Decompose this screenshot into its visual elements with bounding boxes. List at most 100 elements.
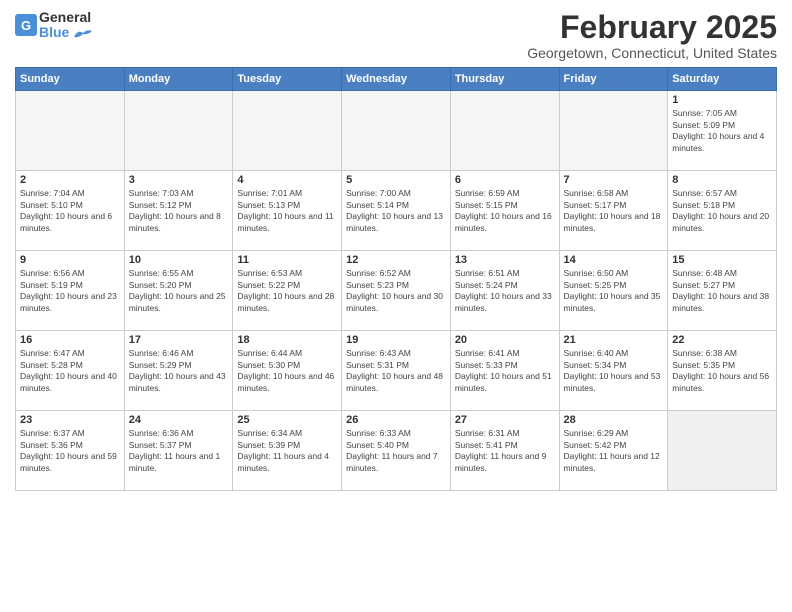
header-thursday: Thursday xyxy=(450,68,559,91)
header-sunday: Sunday xyxy=(16,68,125,91)
day-number: 19 xyxy=(346,334,446,346)
table-row: 8 Sunrise: 6:57 AM Sunset: 5:18 PM Daylig… xyxy=(668,171,777,251)
table-row: 5 Sunrise: 7:00 AM Sunset: 5:14 PM Daylig… xyxy=(342,171,451,251)
day-number: 10 xyxy=(129,254,229,266)
day-info: Sunrise: 6:41 AM Sunset: 5:33 PM Dayligh… xyxy=(455,348,555,394)
table-row: 20 Sunrise: 6:41 AM Sunset: 5:33 PM Dayli… xyxy=(450,331,559,411)
day-info: Sunrise: 6:31 AM Sunset: 5:41 PM Dayligh… xyxy=(455,428,555,474)
day-number: 5 xyxy=(346,174,446,186)
day-number: 28 xyxy=(564,414,664,426)
table-row: 15Sunrise: 6:48 AM Sunset: 5:27 PM Dayli… xyxy=(668,251,777,331)
day-info: Sunrise: 6:46 AM Sunset: 5:29 PM Dayligh… xyxy=(129,348,229,394)
day-number: 18 xyxy=(237,334,337,346)
month-title: February 2025 xyxy=(527,10,777,45)
logo-blue: Blue xyxy=(39,24,69,40)
table-row: 23 Sunrise: 6:37 AM Sunset: 5:36 PM Dayli… xyxy=(16,411,125,491)
day-number: 11 xyxy=(237,254,337,266)
header-tuesday: Tuesday xyxy=(233,68,342,91)
header: G General Blue February 2025 George xyxy=(15,10,777,61)
day-info: Sunrise: 6:43 AM Sunset: 5:31 PM Dayligh… xyxy=(346,348,446,394)
day-info: Sunrise: 6:37 AM Sunset: 5:36 PM Dayligh… xyxy=(20,428,120,474)
table-row: 1 Sunrise: 7:05 AM Sunset: 5:09 PM Daylig… xyxy=(668,91,777,171)
table-row: 21Sunrise: 6:40 AM Sunset: 5:34 PM Dayli… xyxy=(559,331,668,411)
day-info: Sunrise: 6:58 AM Sunset: 5:17 PM Dayligh… xyxy=(564,188,664,234)
table-row: 13 Sunrise: 6:51 AM Sunset: 5:24 PM Dayli… xyxy=(450,251,559,331)
table-row: 19 Sunrise: 6:43 AM Sunset: 5:31 PM Dayli… xyxy=(342,331,451,411)
header-monday: Monday xyxy=(124,68,233,91)
calendar-week-row: 16 Sunrise: 6:47 AM Sunset: 5:28 PM Dayli… xyxy=(16,331,777,411)
day-number: 24 xyxy=(129,414,229,426)
table-row: 9 Sunrise: 6:56 AM Sunset: 5:19 PM Daylig… xyxy=(16,251,125,331)
table-row xyxy=(124,91,233,171)
day-number: 20 xyxy=(455,334,555,346)
calendar-week-row: 1 Sunrise: 7:05 AM Sunset: 5:09 PM Daylig… xyxy=(16,91,777,171)
day-number: 8 xyxy=(672,174,772,186)
day-number: 13 xyxy=(455,254,555,266)
calendar-week-row: 9 Sunrise: 6:56 AM Sunset: 5:19 PM Daylig… xyxy=(16,251,777,331)
day-info: Sunrise: 6:57 AM Sunset: 5:18 PM Dayligh… xyxy=(672,188,772,234)
logo-general: General xyxy=(39,9,91,25)
calendar-header-row: Sunday Monday Tuesday Wednesday Thursday… xyxy=(16,68,777,91)
day-info: Sunrise: 6:38 AM Sunset: 5:35 PM Dayligh… xyxy=(672,348,772,394)
day-number: 17 xyxy=(129,334,229,346)
day-number: 2 xyxy=(20,174,120,186)
header-wednesday: Wednesday xyxy=(342,68,451,91)
table-row xyxy=(342,91,451,171)
day-number: 14 xyxy=(564,254,664,266)
day-info: Sunrise: 6:44 AM Sunset: 5:30 PM Dayligh… xyxy=(237,348,337,394)
day-number: 16 xyxy=(20,334,120,346)
day-number: 6 xyxy=(455,174,555,186)
header-saturday: Saturday xyxy=(668,68,777,91)
day-info: Sunrise: 6:52 AM Sunset: 5:23 PM Dayligh… xyxy=(346,268,446,314)
table-row xyxy=(16,91,125,171)
table-row: 6 Sunrise: 6:59 AM Sunset: 5:15 PM Daylig… xyxy=(450,171,559,251)
table-row: 16 Sunrise: 6:47 AM Sunset: 5:28 PM Dayli… xyxy=(16,331,125,411)
day-info: Sunrise: 7:05 AM Sunset: 5:09 PM Dayligh… xyxy=(672,108,772,154)
table-row: 28 Sunrise: 6:29 AM Sunset: 5:42 PM Dayli… xyxy=(559,411,668,491)
day-info: Sunrise: 6:59 AM Sunset: 5:15 PM Dayligh… xyxy=(455,188,555,234)
logo-container: G General Blue xyxy=(15,10,92,41)
table-row: 22 Sunrise: 6:38 AM Sunset: 5:35 PM Dayli… xyxy=(668,331,777,411)
table-row: 4 Sunrise: 7:01 AM Sunset: 5:13 PM Daylig… xyxy=(233,171,342,251)
day-info: Sunrise: 6:56 AM Sunset: 5:19 PM Dayligh… xyxy=(20,268,120,314)
table-row: 18 Sunrise: 6:44 AM Sunset: 5:30 PM Dayli… xyxy=(233,331,342,411)
table-row xyxy=(559,91,668,171)
table-row xyxy=(233,91,342,171)
day-info: Sunrise: 6:51 AM Sunset: 5:24 PM Dayligh… xyxy=(455,268,555,314)
table-row xyxy=(450,91,559,171)
day-info: Sunrise: 6:36 AM Sunset: 5:37 PM Dayligh… xyxy=(129,428,229,474)
day-info: Sunrise: 6:29 AM Sunset: 5:42 PM Dayligh… xyxy=(564,428,664,474)
day-number: 25 xyxy=(237,414,337,426)
day-number: 22 xyxy=(672,334,772,346)
calendar-week-row: 23 Sunrise: 6:37 AM Sunset: 5:36 PM Dayli… xyxy=(16,411,777,491)
table-row: 14Sunrise: 6:50 AM Sunset: 5:25 PM Dayli… xyxy=(559,251,668,331)
day-number: 12 xyxy=(346,254,446,266)
day-number: 26 xyxy=(346,414,446,426)
table-row: 26Sunrise: 6:33 AM Sunset: 5:40 PM Dayli… xyxy=(342,411,451,491)
day-number: 7 xyxy=(564,174,664,186)
table-row: 12 Sunrise: 6:52 AM Sunset: 5:23 PM Dayli… xyxy=(342,251,451,331)
day-info: Sunrise: 6:47 AM Sunset: 5:28 PM Dayligh… xyxy=(20,348,120,394)
day-info: Sunrise: 6:34 AM Sunset: 5:39 PM Dayligh… xyxy=(237,428,337,474)
day-number: 15 xyxy=(672,254,772,266)
table-row: 10 Sunrise: 6:55 AM Sunset: 5:20 PM Dayli… xyxy=(124,251,233,331)
table-row: 25 Sunrise: 6:34 AM Sunset: 5:39 PM Dayli… xyxy=(233,411,342,491)
day-number: 23 xyxy=(20,414,120,426)
table-row: 3Sunrise: 7:03 AM Sunset: 5:12 PM Daylig… xyxy=(124,171,233,251)
day-number: 1 xyxy=(672,94,772,106)
day-number: 27 xyxy=(455,414,555,426)
table-row: 24 Sunrise: 6:36 AM Sunset: 5:37 PM Dayli… xyxy=(124,411,233,491)
calendar-table: Sunday Monday Tuesday Wednesday Thursday… xyxy=(15,67,777,491)
logo: G General Blue xyxy=(15,10,92,41)
title-block: February 2025 Georgetown, Connecticut, U… xyxy=(527,10,777,61)
table-row: 17 Sunrise: 6:46 AM Sunset: 5:29 PM Dayli… xyxy=(124,331,233,411)
day-info: Sunrise: 7:00 AM Sunset: 5:14 PM Dayligh… xyxy=(346,188,446,234)
day-info: Sunrise: 6:55 AM Sunset: 5:20 PM Dayligh… xyxy=(129,268,229,314)
day-info: Sunrise: 6:40 AM Sunset: 5:34 PM Dayligh… xyxy=(564,348,664,394)
day-info: Sunrise: 7:01 AM Sunset: 5:13 PM Dayligh… xyxy=(237,188,337,234)
day-number: 4 xyxy=(237,174,337,186)
table-row: 27 Sunrise: 6:31 AM Sunset: 5:41 PM Dayli… xyxy=(450,411,559,491)
location-title: Georgetown, Connecticut, United States xyxy=(527,45,777,61)
bird-icon xyxy=(74,29,92,39)
day-number: 9 xyxy=(20,254,120,266)
